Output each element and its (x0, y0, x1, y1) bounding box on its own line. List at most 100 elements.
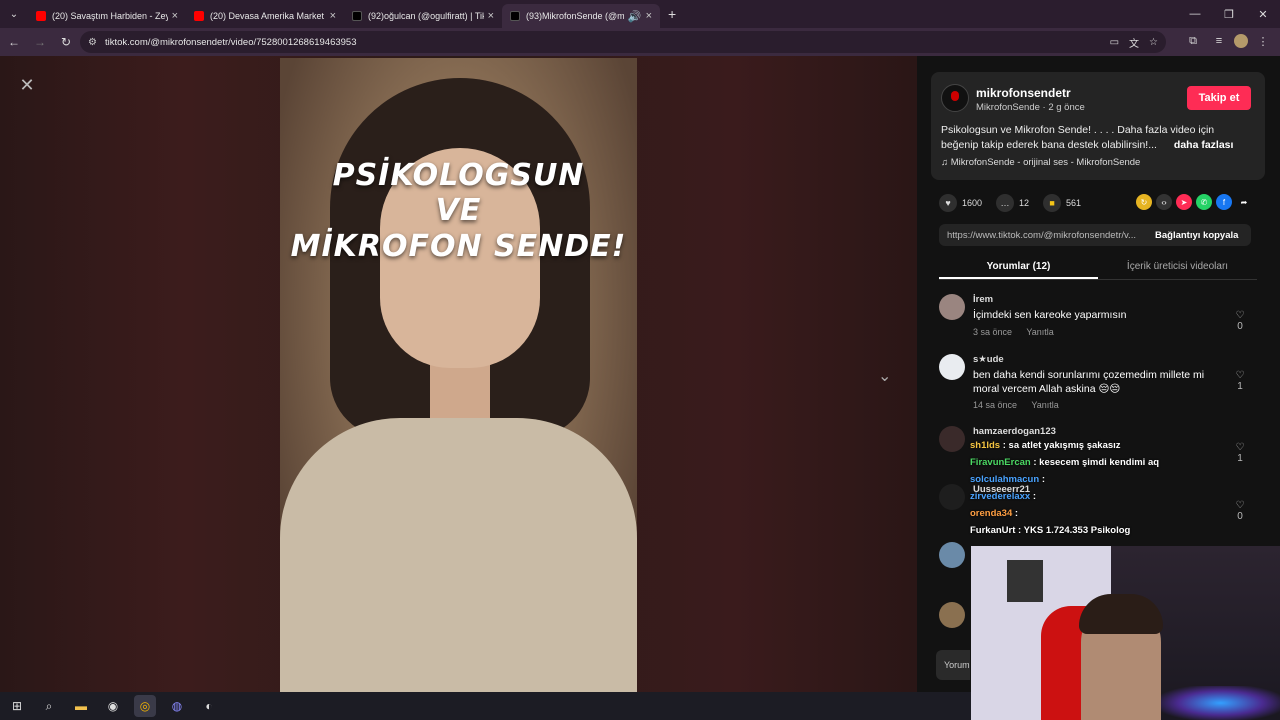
tab-title: (93)MikrofonSende (@mik (526, 11, 624, 21)
tab-0[interactable]: (20) Savaştım Harbiden - Zeyne × (28, 4, 186, 28)
translate-icon[interactable]: 文 (1129, 35, 1139, 50)
close-tab-icon[interactable]: × (488, 10, 494, 22)
heart-icon[interactable]: ♥ (939, 194, 957, 212)
save-count: 561 (1066, 198, 1082, 208)
tiktok-icon (510, 11, 520, 21)
heart-outline-icon[interactable]: ♡ (1233, 442, 1247, 453)
comment-meta: 3 sa önce Yanıtla (973, 327, 1066, 337)
chat-message: FurkanUrt : YKS 1.724.353 Psikolog (970, 525, 1230, 542)
profile-avatar[interactable] (1234, 34, 1248, 48)
address-bar[interactable]: ⚙ tiktok.com/@mikrofonsendetr/video/7528… (80, 31, 1166, 53)
heart-outline-icon[interactable]: ♡ (1233, 370, 1247, 381)
tab-3[interactable]: (93)MikrofonSende (@mik 🔊 × (502, 4, 660, 28)
author-avatar[interactable] (941, 84, 969, 112)
avatar[interactable] (939, 426, 965, 452)
tab-creator-videos[interactable]: İçerik üreticisi videoları (1098, 256, 1257, 279)
close-window-icon[interactable]: ✕ (1246, 0, 1280, 28)
share-buttons: ↻ ‹› ➤ ✆ f ➦ (1136, 194, 1252, 210)
comment-meta: 14 sa önce Yanıtla (973, 400, 1071, 410)
chat-text: : kesecem şimdi kendimi aq (1033, 457, 1160, 468)
comment-like-count: 0 (1237, 511, 1243, 522)
tab-comments[interactable]: Yorumlar (12) (939, 256, 1098, 279)
author-name[interactable]: mikrofonsendetr (976, 86, 1071, 100)
comment-icon[interactable]: … (996, 194, 1015, 212)
avatar[interactable] (939, 484, 965, 510)
comment-user[interactable]: s★ude (973, 354, 1004, 365)
chat-user: solculahmacun (970, 474, 1040, 485)
comment-user[interactable]: hamzaerdogan123 (973, 426, 1056, 437)
discord-icon[interactable]: ◍ (166, 695, 188, 717)
comment-like[interactable]: ♡ 1 (1233, 442, 1247, 464)
send-icon[interactable]: ➤ (1176, 194, 1192, 210)
tab-search-icon[interactable]: ⌄ (0, 0, 28, 28)
bookmark-icon[interactable]: ■ (1043, 194, 1062, 212)
file-explorer-icon[interactable]: ▬ (70, 695, 92, 717)
more-link[interactable]: daha fazlası (1174, 139, 1234, 151)
avatar[interactable] (939, 602, 965, 628)
comment-input[interactable]: Yorum (936, 650, 970, 680)
minimize-icon[interactable]: — (1178, 0, 1212, 28)
close-tab-icon[interactable]: × (172, 10, 178, 22)
chat-message: zirvederelaxx : (970, 491, 1230, 508)
next-video-chevron-icon[interactable]: ⌄ (878, 366, 891, 386)
avatar[interactable] (939, 542, 965, 568)
repost-icon[interactable]: ↻ (1136, 194, 1152, 210)
bookmark-star-icon[interactable]: ☆ (1149, 37, 1158, 48)
menu-icon[interactable]: ⋮ (1252, 30, 1274, 52)
comment-item: İrem İçimdeki sen kareoke yaparmısın 3 s… (939, 294, 1257, 344)
tab-1[interactable]: (20) Devasa Amerika Market Tu × (186, 4, 344, 28)
follow-button[interactable]: Takip et (1187, 86, 1251, 110)
comment-like[interactable]: ♡ 0 (1233, 500, 1247, 522)
comment-user[interactable]: İrem (973, 294, 993, 305)
comment-stat[interactable]: … 12 (996, 194, 1029, 212)
comment-text: İçimdeki sen kareoke yaparmısın (973, 309, 1127, 321)
speaker-icon[interactable]: 🔊 (628, 10, 642, 23)
avatar[interactable] (939, 354, 965, 380)
restore-icon[interactable]: ❐ (1212, 0, 1246, 28)
like-stat[interactable]: ♥ 1600 (939, 194, 982, 212)
comment-item: s★ude ben daha kendi sorunlarımı çozemed… (939, 354, 1257, 414)
webcam-overlay (971, 546, 1280, 720)
back-icon[interactable]: ← (2, 30, 26, 54)
media-icon[interactable]: ≡ (1208, 30, 1230, 52)
music-info[interactable]: ♫ MikrofonSende - orijinal ses - Mikrofo… (941, 157, 1140, 168)
obs-icon[interactable]: ◐ (198, 695, 220, 717)
facebook-icon[interactable]: f (1216, 194, 1232, 210)
chat-text: : (1032, 491, 1037, 502)
save-stat[interactable]: ■ 561 (1043, 194, 1081, 212)
reload-icon[interactable]: ↻ (54, 30, 78, 54)
reply-button[interactable]: Yanıtla (1026, 327, 1053, 337)
search-icon[interactable]: ⌕ (38, 695, 60, 717)
heart-outline-icon[interactable]: ♡ (1233, 310, 1247, 321)
forward-icon[interactable]: → (28, 30, 52, 54)
chat-message: sh1lds : sa atlet yakışmış şakasız (970, 440, 1230, 457)
close-icon[interactable]: ✕ (16, 74, 38, 96)
chat-user: FiravunErcan (970, 457, 1031, 468)
tab-title: (20) Devasa Amerika Market Tu (210, 11, 326, 21)
whatsapp-icon[interactable]: ✆ (1196, 194, 1212, 210)
close-tab-icon[interactable]: × (330, 10, 336, 22)
comment-like-count: 1 (1237, 453, 1243, 464)
embed-icon[interactable]: ‹› (1156, 194, 1172, 210)
new-tab-button[interactable]: + (668, 6, 676, 22)
extensions-icon[interactable]: ⧉ (1182, 30, 1204, 52)
share-link-text[interactable]: https://www.tiktok.com/@mikrofonsendetr/… (939, 230, 1147, 241)
windows-start-icon[interactable]: ⊞ (6, 695, 28, 717)
site-info-icon[interactable]: ⚙ (88, 37, 97, 48)
heart-outline-icon[interactable]: ♡ (1233, 500, 1247, 511)
share-arrow-icon[interactable]: ➦ (1236, 194, 1252, 210)
tab-title: (92)oğulcan (@ogulfiratt) | Tik (368, 11, 484, 21)
close-tab-icon[interactable]: × (646, 10, 652, 22)
comment-like[interactable]: ♡ 0 (1233, 310, 1247, 332)
avatar[interactable] (939, 294, 965, 320)
chrome-icon[interactable]: ◎ (134, 695, 156, 717)
comment-like[interactable]: ♡ 1 (1233, 370, 1247, 392)
tab-2[interactable]: (92)oğulcan (@ogulfiratt) | Tik × (344, 4, 502, 28)
cast-icon[interactable]: ▭ (1110, 37, 1119, 48)
os-taskbar: ⊞ ⌕ ▬ ◉ ◎ ◍ ◐ (0, 692, 971, 720)
video-player[interactable]: PSİKOLOGSUN VE MİKROFON SENDE! (280, 58, 637, 692)
reply-button[interactable]: Yanıtla (1031, 400, 1058, 410)
copy-link-button[interactable]: Bağlantıyı kopyala (1155, 230, 1238, 241)
app-icon[interactable]: ◉ (102, 695, 124, 717)
url-text[interactable]: tiktok.com/@mikrofonsendetr/video/752800… (105, 37, 357, 48)
